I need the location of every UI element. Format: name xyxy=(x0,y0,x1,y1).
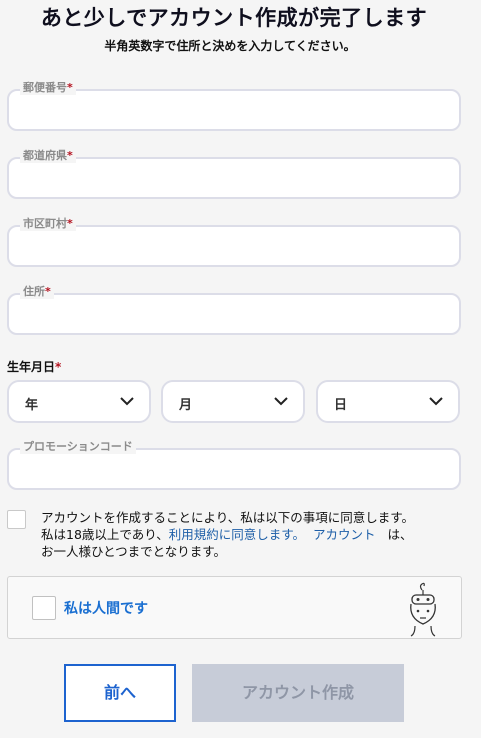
agreement-line-2: 私は18歳以上であり、利用規約に同意します。 アカウント は、 xyxy=(41,527,413,542)
birth-year-value: 年 xyxy=(25,398,39,413)
promo-code-label: プロモーションコード xyxy=(20,440,136,454)
agreement-line-3: お一人様ひとつまでとなります。 xyxy=(41,544,227,559)
chevron-down-icon xyxy=(274,397,288,406)
birth-year-select[interactable]: 年 xyxy=(7,380,151,423)
required-mark: * xyxy=(67,81,73,94)
agreement-checkbox[interactable] xyxy=(7,510,26,529)
required-mark: * xyxy=(45,285,51,298)
prefecture-input[interactable] xyxy=(7,157,461,199)
required-mark: * xyxy=(67,217,73,230)
postal-code-input[interactable] xyxy=(7,89,461,131)
create-account-button[interactable]: アカウント作成 xyxy=(192,664,404,722)
back-button[interactable]: 前へ xyxy=(64,664,176,722)
captcha-robot-logo xyxy=(410,582,436,637)
promo-code-input[interactable] xyxy=(7,448,461,490)
address-label: 住所* xyxy=(20,285,54,299)
city-input[interactable] xyxy=(7,225,461,267)
birth-month-select[interactable]: 月 xyxy=(161,380,305,423)
terms-link[interactable]: 利用規約に同意します。 xyxy=(169,527,305,542)
required-mark: * xyxy=(67,149,73,162)
city-label: 市区町村* xyxy=(20,217,76,231)
captcha-label: 私は人間です xyxy=(64,601,148,617)
required-mark: * xyxy=(55,360,62,374)
signup-page: あと少しでアカウント作成が完了します 半角英数字で住所と決めを入力してください。… xyxy=(0,0,481,738)
agreement-line-1: アカウントを作成することにより、私は以下の事項に同意します。 xyxy=(41,510,415,525)
birthdate-label: 生年月日* xyxy=(7,360,62,374)
prefecture-label: 都道府県* xyxy=(20,149,76,163)
postal-code-label: 郵便番号* xyxy=(20,81,76,95)
address-input[interactable] xyxy=(7,293,461,335)
page-subtitle: 半角英数字で住所と決めを入力してください。 xyxy=(104,39,356,53)
birth-day-value: 日 xyxy=(334,398,348,413)
captcha-widget: 私は人間です xyxy=(7,576,462,639)
agreement-text: アカウントを作成することにより、私は以下の事項に同意します。 私は18歳以上であ… xyxy=(41,509,471,560)
account-link[interactable]: アカウント xyxy=(313,527,376,542)
page-title: あと少しでアカウント作成が完了します xyxy=(40,6,428,30)
chevron-down-icon xyxy=(429,397,443,406)
chevron-down-icon xyxy=(120,397,134,406)
birth-month-value: 月 xyxy=(179,398,193,413)
birth-day-select[interactable]: 日 xyxy=(316,380,460,423)
captcha-checkbox[interactable] xyxy=(32,596,56,620)
